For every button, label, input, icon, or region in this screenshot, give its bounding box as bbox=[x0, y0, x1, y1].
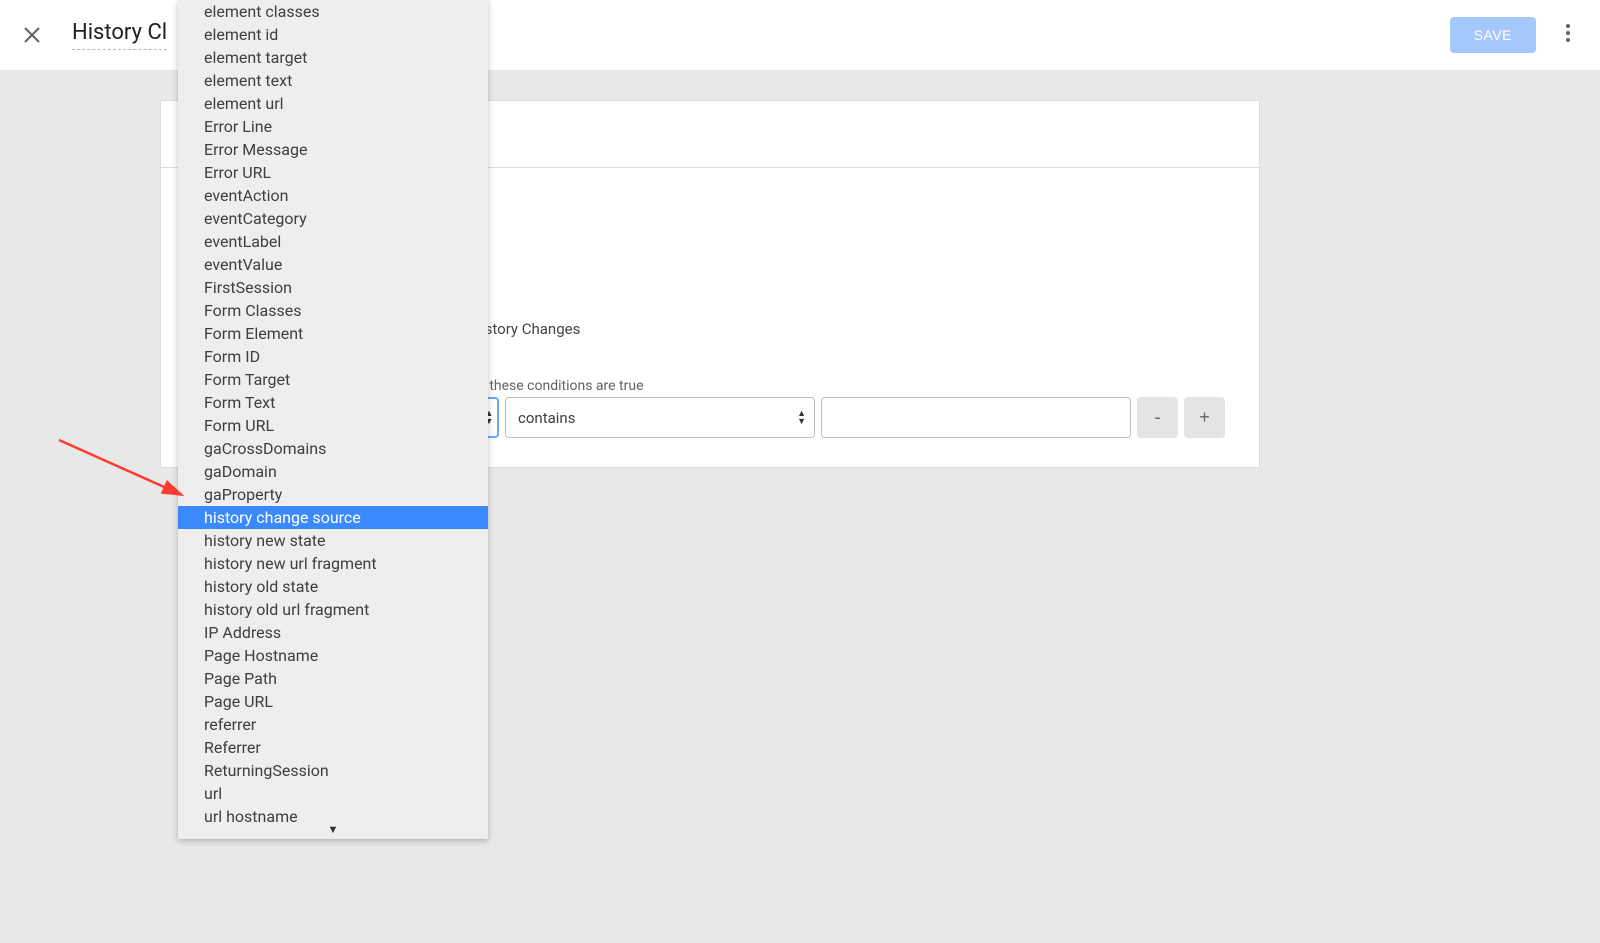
variable-option[interactable]: history old url fragment bbox=[178, 598, 488, 621]
variable-option[interactable]: Error Message bbox=[178, 138, 488, 161]
variable-option[interactable]: referrer bbox=[178, 713, 488, 736]
conditions-hint-label: f these conditions are true bbox=[481, 378, 644, 394]
variable-option[interactable]: eventAction bbox=[178, 184, 488, 207]
save-button[interactable]: SAVE bbox=[1450, 17, 1536, 53]
close-icon[interactable] bbox=[20, 23, 44, 47]
add-condition-button[interactable]: + bbox=[1184, 397, 1225, 438]
variable-dropdown-list: element classeselement idelement targete… bbox=[178, 0, 488, 828]
variable-option[interactable]: IP Address bbox=[178, 621, 488, 644]
variable-option[interactable]: eventValue bbox=[178, 253, 488, 276]
variable-option[interactable]: history change source bbox=[178, 506, 488, 529]
variable-option[interactable]: element classes bbox=[178, 0, 488, 23]
variable-option[interactable]: ReturningSession bbox=[178, 759, 488, 782]
variable-option[interactable]: Page Hostname bbox=[178, 644, 488, 667]
variable-option[interactable]: history new url fragment bbox=[178, 552, 488, 575]
variable-option[interactable]: eventLabel bbox=[178, 230, 488, 253]
condition-row: ▲ ▼ contains ▲ ▼ - + bbox=[481, 397, 1225, 438]
variable-dropdown[interactable]: element classeselement idelement targete… bbox=[178, 0, 488, 839]
variable-option[interactable]: Page URL bbox=[178, 690, 488, 713]
operator-select-value: contains bbox=[518, 409, 575, 427]
trigger-type-label: istory Changes bbox=[481, 320, 580, 338]
variable-option[interactable]: element id bbox=[178, 23, 488, 46]
chevron-down-icon: ▼ bbox=[797, 418, 806, 426]
remove-condition-button[interactable]: - bbox=[1137, 397, 1178, 438]
variable-option[interactable]: Form Classes bbox=[178, 299, 488, 322]
variable-option[interactable]: Referrer bbox=[178, 736, 488, 759]
variable-option[interactable]: gaProperty bbox=[178, 483, 488, 506]
variable-option[interactable]: FirstSession bbox=[178, 276, 488, 299]
operator-select[interactable]: contains ▲ ▼ bbox=[505, 397, 815, 438]
variable-option[interactable]: element target bbox=[178, 46, 488, 69]
variable-option[interactable]: gaCrossDomains bbox=[178, 437, 488, 460]
variable-option[interactable]: Form Target bbox=[178, 368, 488, 391]
variable-option[interactable]: Form Element bbox=[178, 322, 488, 345]
variable-option[interactable]: url bbox=[178, 782, 488, 805]
variable-option[interactable]: Error Line bbox=[178, 115, 488, 138]
variable-option[interactable]: eventCategory bbox=[178, 207, 488, 230]
variable-option[interactable]: gaDomain bbox=[178, 460, 488, 483]
variable-option[interactable]: element url bbox=[178, 92, 488, 115]
variable-option[interactable]: Form ID bbox=[178, 345, 488, 368]
variable-option[interactable]: history new state bbox=[178, 529, 488, 552]
variable-option[interactable]: element text bbox=[178, 69, 488, 92]
more-options-icon[interactable] bbox=[1556, 23, 1580, 47]
variable-option[interactable]: history old state bbox=[178, 575, 488, 598]
variable-option[interactable]: Form URL bbox=[178, 414, 488, 437]
variable-option[interactable]: Form Text bbox=[178, 391, 488, 414]
page-title[interactable]: History Cl bbox=[72, 20, 167, 50]
condition-value-input[interactable] bbox=[821, 397, 1131, 438]
variable-option[interactable]: Page Path bbox=[178, 667, 488, 690]
variable-option[interactable]: Error URL bbox=[178, 161, 488, 184]
scroll-down-icon[interactable]: ▼ bbox=[178, 823, 488, 836]
